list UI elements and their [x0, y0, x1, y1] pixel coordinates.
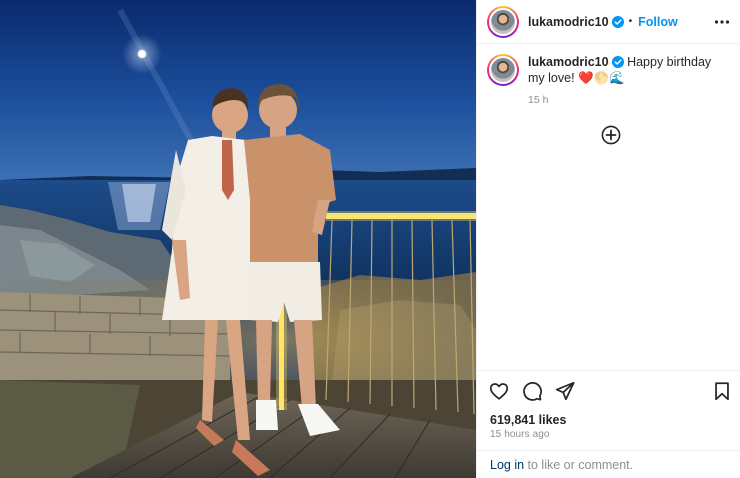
caption-avatar[interactable] — [487, 54, 519, 86]
post-timestamp[interactable]: 15 hours ago — [490, 429, 550, 440]
more-options-icon[interactable] — [713, 13, 731, 31]
caption-timestamp[interactable]: 15 h — [528, 92, 728, 108]
post-image — [0, 0, 476, 478]
add-circle-icon[interactable] — [601, 125, 621, 145]
username-link[interactable]: lukamodric10 — [528, 15, 609, 29]
separator-dot: • — [628, 16, 633, 27]
caption-username[interactable]: lukamodric10 — [528, 55, 609, 69]
heart-icon[interactable] — [488, 380, 510, 402]
verified-badge-icon — [611, 15, 624, 28]
caption: lukamodric10 Happy birthday my love! ❤️🌕… — [487, 54, 733, 108]
verified-badge-icon — [611, 56, 624, 68]
post-sidebar: lukamodric10 • Follow lukamodric10 Happy… — [476, 0, 740, 478]
caption-body: lukamodric10 Happy birthday my love! ❤️🌕… — [528, 54, 728, 108]
post-photo[interactable] — [0, 0, 476, 478]
login-prompt-text: to like or comment. — [524, 458, 634, 472]
comment-icon[interactable] — [521, 380, 543, 402]
follow-button[interactable]: Follow — [638, 15, 678, 29]
post-header: lukamodric10 • Follow — [477, 0, 740, 44]
share-icon[interactable] — [554, 380, 576, 402]
avatar-image — [489, 56, 517, 84]
bookmark-icon[interactable] — [711, 380, 733, 402]
action-bar — [477, 370, 740, 410]
avatar[interactable] — [487, 5, 519, 38]
likes-count[interactable]: 619,841 likes — [490, 413, 566, 427]
login-link[interactable]: Log in — [490, 458, 524, 472]
login-prompt: Log in to like or comment. — [477, 450, 740, 478]
avatar-image — [489, 7, 517, 36]
